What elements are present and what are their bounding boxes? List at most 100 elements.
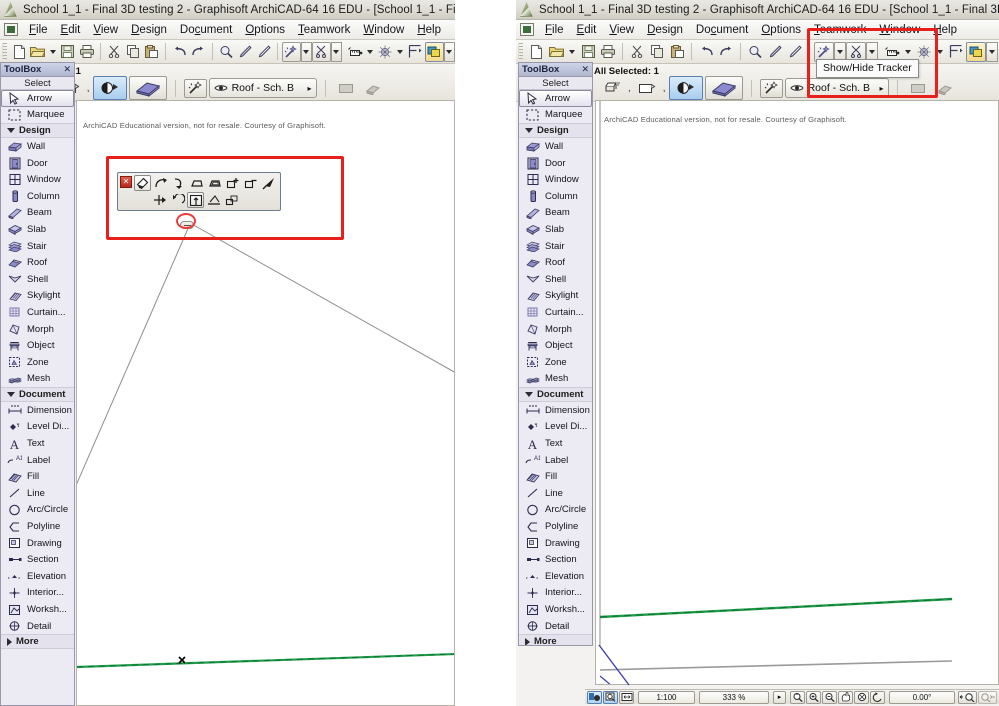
toolbox-item-worksh[interactable]: Worksh... [519,601,592,618]
pet-palette-drag-handle[interactable] [180,221,194,229]
toolbox-item-polyline[interactable]: Polyline [519,518,592,535]
zoom-next-icon[interactable] [978,690,997,704]
grid-snap-icon[interactable] [376,42,395,62]
toolbox-item-object[interactable]: Object [519,337,592,354]
pet-rotate-icon[interactable] [169,192,186,208]
pencil-alt-icon[interactable] [254,42,273,62]
pet-drag-icon[interactable] [151,192,168,208]
pet-edit-polygon-icon[interactable] [134,175,151,191]
copy-icon[interactable] [647,42,667,62]
measure-caret-icon[interactable] [365,42,376,62]
element-id-icon[interactable] [906,79,930,98]
toolbox-item-skylight[interactable]: Skylight [1,288,74,305]
menu-design[interactable]: Design [125,22,173,38]
toolbox-item-morph[interactable]: Morph [1,321,74,338]
open-dropdown-caret-icon[interactable] [566,42,578,62]
toolbox-item-beam[interactable]: Beam [1,205,74,222]
menu-view[interactable]: View [87,22,124,38]
3d-view-icon[interactable] [587,690,602,704]
print-icon[interactable] [598,42,618,62]
pet-pivot-line-icon[interactable] [205,192,222,208]
open-folder-icon[interactable] [29,42,48,62]
toolbox-item-drawing[interactable]: Drawing [1,535,74,552]
menu-document[interactable]: Document [690,22,754,38]
paste-icon[interactable] [667,42,687,62]
pet-palette-close-icon[interactable]: ✕ [120,176,132,188]
pet-curve-edge-icon[interactable] [152,175,169,191]
zoom-in-icon[interactable] [806,690,821,704]
toolbox-item-interior[interactable]: Interior... [519,585,592,602]
pet-offset-edge-icon[interactable] [188,175,205,191]
pencil-alt-icon[interactable] [785,42,805,62]
magic-wand-icon[interactable] [759,78,783,98]
toolbox-item-detail[interactable]: Detail [519,618,592,635]
toolbox-item-section[interactable]: Section [519,551,592,568]
menu-edit[interactable]: Edit [55,22,87,38]
toolbox-item-elevation[interactable]: Elevation [1,568,74,585]
zoom-marquee-icon[interactable] [790,690,805,704]
toolbox-item-polyline[interactable]: Polyline [1,518,74,535]
previous-zoom-icon[interactable] [854,690,869,704]
find-select-icon[interactable] [745,42,765,62]
save-icon[interactable] [59,42,78,62]
toolbox-item-window[interactable]: Window [1,171,74,188]
toolbox-item-wall[interactable]: Wall [519,138,592,155]
menu-edit[interactable]: Edit [571,22,603,38]
toolbar-grip[interactable] [2,43,7,60]
layer-combobox[interactable]: Roof - Sch. B ▸ [784,78,889,98]
pencil-icon[interactable] [765,42,785,62]
toolbox-item-wall[interactable]: Wall [1,138,74,155]
pet-subtract-from-polygon-icon[interactable] [242,175,259,191]
guide-lines-icon[interactable] [406,42,425,62]
toolbox-item-arrow[interactable]: Arrow [1,90,74,107]
show-hide-tracker-icon[interactable] [966,41,986,62]
toolbox-item-column[interactable]: Column [1,188,74,205]
fit-in-window-icon[interactable] [619,690,634,704]
menu-view[interactable]: View [603,22,640,38]
find-select-icon[interactable] [217,42,236,62]
toolbox-item-zone[interactable]: Zone [519,354,592,371]
toolbox-item-shell[interactable]: Shell [1,271,74,288]
toolbox-group-design[interactable]: Design [519,123,592,139]
measure-icon[interactable] [346,42,365,62]
menu-design[interactable]: Design [641,22,689,38]
pet-palette[interactable]: ✕ [117,172,281,229]
pet-offset-all-edges-icon[interactable] [206,175,223,191]
toolbox-item-label[interactable]: A1 Label [519,452,592,469]
trim-icon[interactable] [312,41,331,62]
open-folder-icon[interactable] [546,42,566,62]
toolbox-item-label[interactable]: A1 Label [1,452,74,469]
layer-combobox[interactable]: Roof - Sch. B ▸ [208,78,317,98]
magic-wand-icon[interactable] [183,78,207,98]
menu-file[interactable]: File [539,22,570,38]
toolbox-item-zone[interactable]: Zone [1,354,74,371]
menu-window[interactable]: Window [357,22,410,38]
toolbar-grip[interactable] [518,43,523,60]
show-hide-tracker-icon[interactable] [424,41,444,62]
magic-wand-caret-icon[interactable] [300,41,313,62]
toolbox-item-section[interactable]: Section [1,551,74,568]
element-preview-icon[interactable] [704,76,743,100]
open-dropdown-caret-icon[interactable] [47,42,58,62]
menu-teamwork[interactable]: Teamwork [808,22,872,38]
toolbox-item-level-di[interactable]: Level Di... [1,419,74,436]
toolbox-item-detail[interactable]: Detail [1,618,74,635]
pet-insert-node-icon[interactable] [260,175,277,191]
toolbox-item-slab[interactable]: Slab [1,221,74,238]
toolbox-item-window[interactable]: Window [519,171,592,188]
menu-options[interactable]: Options [239,22,291,38]
drawing-canvas[interactable]: ArchiCAD Educational version, not for re… [595,100,999,685]
toolbox-item-worksh[interactable]: Worksh... [1,601,74,618]
toolbox-item-marquee[interactable]: Marquee [1,107,74,124]
tracker-caret-icon[interactable] [443,41,455,62]
toolbox-item-mesh[interactable]: Mesh [519,371,592,388]
redo-icon[interactable] [189,42,208,62]
toolbox-close-icon[interactable]: ✕ [63,64,71,75]
toolbox-item-arc-circle[interactable]: Arc/Circle [1,502,74,519]
pen-color-icon[interactable] [92,76,127,100]
toolbox-item-shell[interactable]: Shell [519,271,592,288]
undo-icon[interactable] [170,42,189,62]
settings-dialog-icon[interactable] [600,79,625,98]
toolbox-item-dimension[interactable]: Dimension [519,402,592,419]
zoom-previous-icon[interactable] [958,690,977,704]
